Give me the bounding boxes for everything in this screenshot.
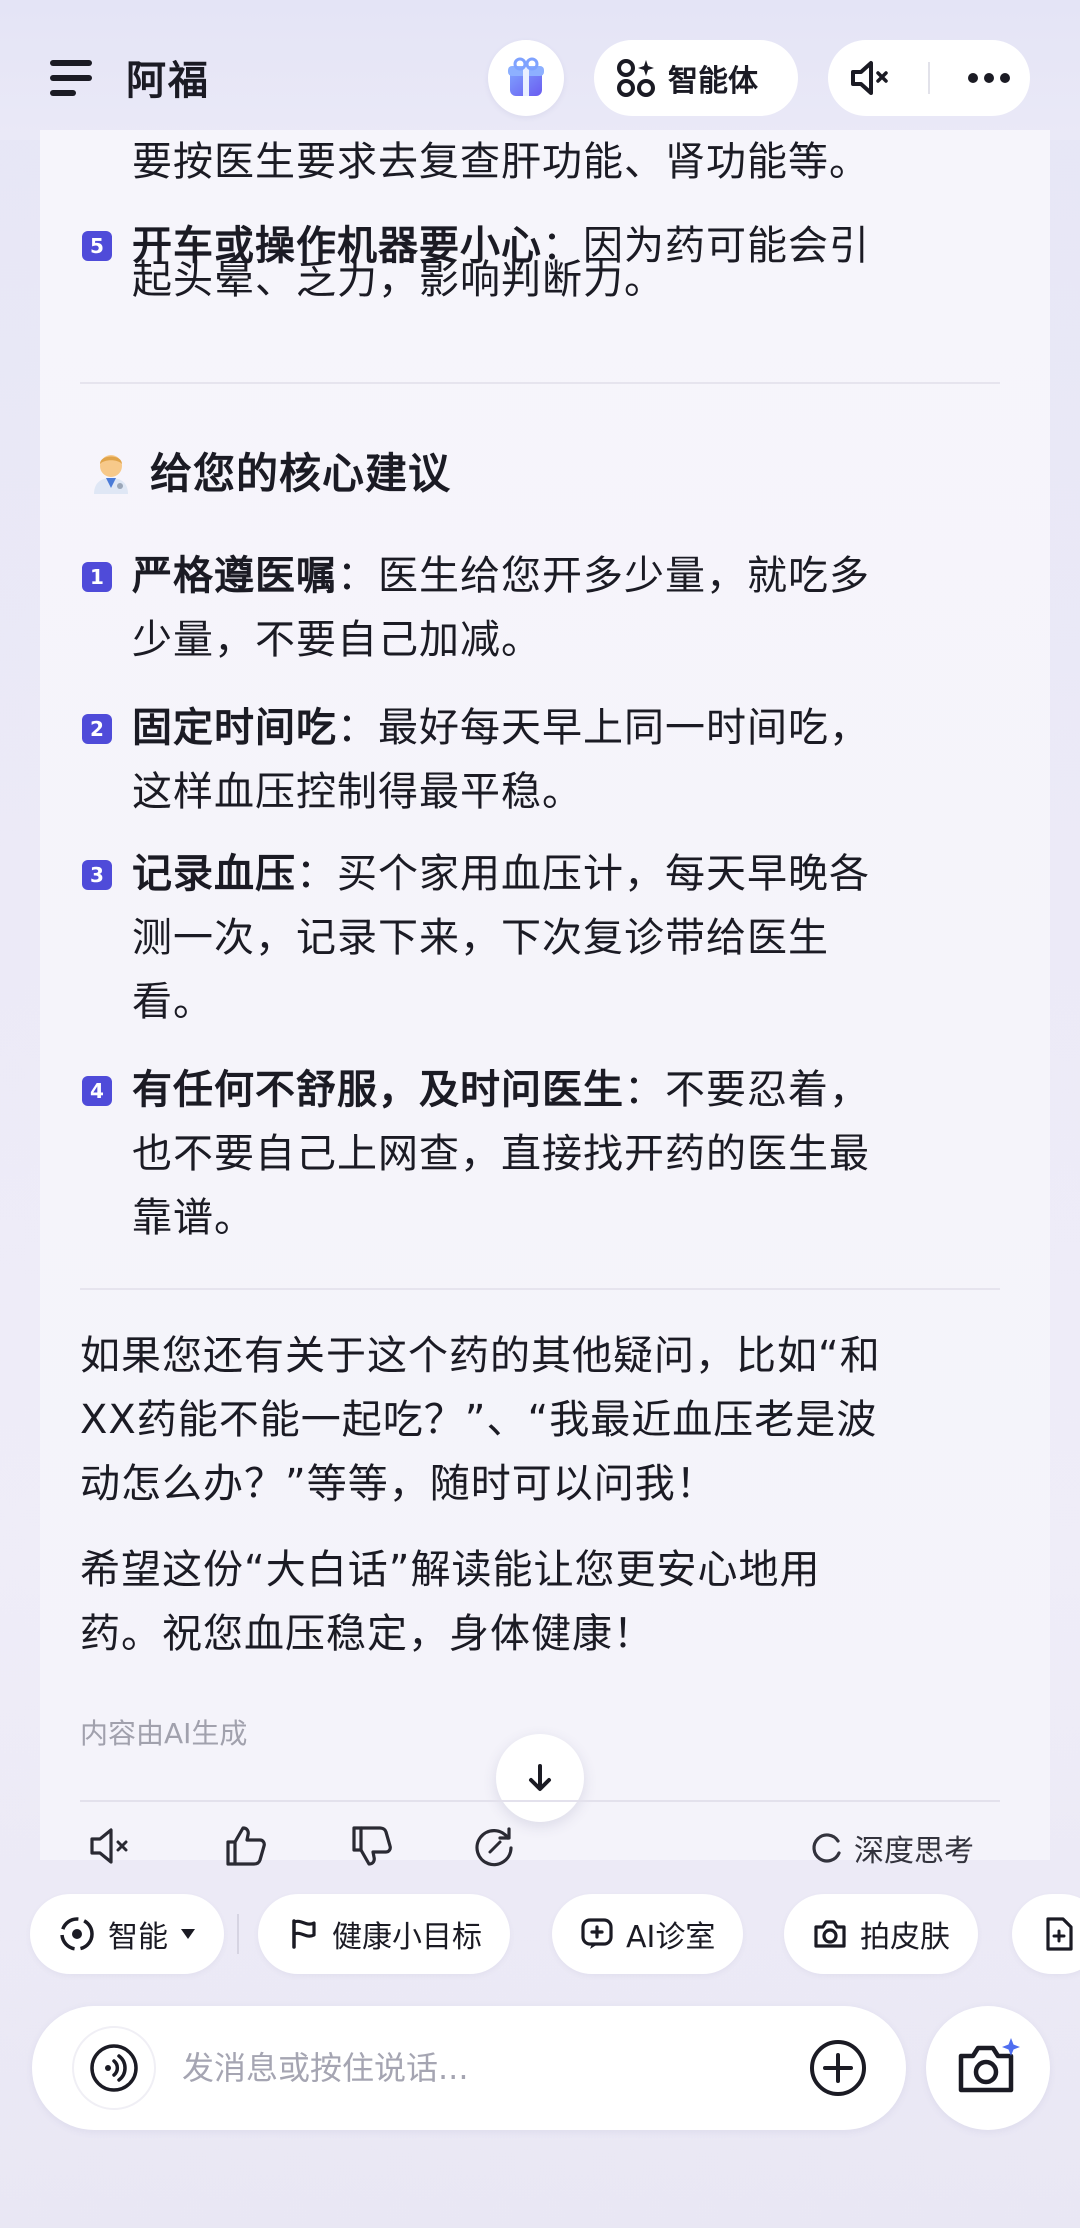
list-item-line: 少量，不要自己加减。 — [132, 617, 542, 663]
speaker-muted-icon[interactable] — [847, 58, 891, 98]
list-item-bold: 固定时间吃 — [132, 705, 337, 751]
read-aloud-muted-icon[interactable] — [86, 1822, 134, 1870]
list-item-text: ：医生给您开多少量，就吃多 — [337, 553, 870, 599]
chip-health-goal[interactable]: 健康小目标 — [258, 1894, 510, 1974]
chip-ai-clinic[interactable]: AI诊室 — [552, 1894, 744, 1974]
chip-skin-photo[interactable]: 拍皮肤 — [784, 1894, 978, 1974]
list-item-line: 有任何不舒服，及时问医生：不要忍着， — [132, 1066, 870, 1114]
paragraph-line: XX药能不能一起吃？”、“我最近血压老是波 — [80, 1397, 878, 1443]
list-item-bold: 严格遵医嘱 — [132, 553, 337, 599]
list-number-badge: 2 — [82, 714, 112, 744]
doctor-emoji-icon — [94, 454, 128, 494]
smart-mode-icon — [60, 1917, 94, 1951]
thumbs-down-icon[interactable] — [348, 1822, 396, 1870]
section-title: 给您的核心建议 — [88, 440, 451, 501]
chip-label: 拍皮肤 — [860, 1920, 950, 1955]
app-title: 阿福 — [126, 58, 210, 104]
voice-wave-icon — [90, 2044, 138, 2092]
list-item-line: 这样血压控制得最平稳。 — [132, 769, 583, 815]
paragraph-line: 药。祝您血压稳定，身体健康！ — [80, 1611, 654, 1657]
ai-clinic-icon — [581, 1918, 613, 1949]
paragraph-line: 动怎么办？”等等，随时可以问我！ — [80, 1461, 717, 1507]
list-item-line: 固定时间吃：最好每天早上同一时间吃， — [132, 704, 870, 752]
chip-more-partial[interactable] — [1012, 1894, 1080, 1974]
list-item-bold: 有任何不舒服，及时问医生 — [132, 1067, 624, 1113]
pill-separator — [927, 62, 930, 94]
list-item-line: 记录血压：买个家用血压计，每天早晚各 — [132, 850, 870, 898]
mode-label: 智能 — [108, 1920, 168, 1955]
gift-icon — [508, 57, 544, 96]
list-item-text: ：买个家用血压计，每天早晚各 — [296, 851, 870, 897]
ai-generated-note: 内容由AI生成 — [80, 1717, 248, 1750]
list-number-badge: 3 — [82, 860, 112, 890]
agent-label: 智能体 — [668, 64, 758, 99]
list-item-text: ：最好每天早上同一时间吃， — [337, 705, 870, 751]
top-right-pill — [828, 40, 1030, 116]
list-item-line: 也不要自己上网查，直接找开药的医生最 — [132, 1131, 870, 1177]
chip-label: AI诊室 — [626, 1920, 716, 1955]
deep-think-label: 深度思考 — [854, 1834, 974, 1869]
dropdown-caret-icon — [181, 1929, 195, 1939]
list-number-badge: 4 — [82, 1076, 112, 1106]
voice-input-button[interactable] — [72, 2026, 156, 2110]
divider — [80, 382, 1000, 384]
paragraph-line: 希望这份“大白话”解读能让您更安心地用 — [80, 1547, 821, 1593]
list-item-line: 看。 — [132, 979, 214, 1025]
top-bar: 阿福 智能体 — [0, 0, 1080, 140]
camera-small-icon — [814, 1920, 846, 1948]
agent-icon — [617, 59, 655, 97]
document-icon — [1046, 1917, 1073, 1951]
camera-sparkle-icon — [958, 2038, 1020, 2093]
add-attachment-icon[interactable] — [808, 2038, 868, 2098]
list-number-badge: 5 — [82, 231, 112, 261]
message-input-bar — [32, 2006, 906, 2130]
continuation-line: 要按医生要求去复查肝功能、肾功能等。 — [132, 139, 870, 185]
list-item-line: 起头晕、乏力，影响判断力。 — [132, 257, 665, 303]
section-title-text: 给您的核心建议 — [150, 449, 452, 498]
list-item-line: 靠谱。 — [132, 1195, 255, 1241]
more-icon[interactable] — [967, 72, 1011, 84]
regenerate-icon[interactable] — [470, 1822, 518, 1870]
arrow-down-icon — [529, 1764, 551, 1791]
list-number-badge: 1 — [82, 562, 112, 592]
list-item-line: 严格遵医嘱：医生给您开多少量，就吃多 — [132, 552, 870, 600]
action-divider — [80, 1800, 1000, 1802]
mode-selector[interactable]: 智能 — [30, 1894, 224, 1974]
list-item-line: 测一次，记录下来，下次复诊带给医生 — [132, 915, 829, 961]
message-input[interactable] — [182, 2042, 782, 2094]
deep-think-toggle[interactable]: 深度思考 — [810, 1826, 974, 1870]
gift-button[interactable] — [488, 40, 564, 116]
agent-button[interactable]: 智能体 — [594, 40, 798, 116]
list-item-bold: 记录血压 — [132, 851, 296, 897]
chip-label: 健康小目标 — [332, 1920, 482, 1955]
chip-separator — [237, 1914, 239, 1954]
menu-icon[interactable] — [50, 60, 92, 96]
thumbs-up-icon[interactable] — [222, 1822, 270, 1870]
divider — [80, 1288, 1000, 1290]
paragraph-line: 如果您还有关于这个药的其他疑问，比如“和 — [80, 1333, 881, 1379]
camera-button[interactable] — [926, 2006, 1050, 2130]
scroll-down-button[interactable] — [496, 1734, 584, 1822]
list-item-text: ：不要忍着， — [624, 1067, 870, 1113]
deep-think-icon — [812, 1833, 841, 1863]
health-goal-icon — [292, 1919, 316, 1949]
